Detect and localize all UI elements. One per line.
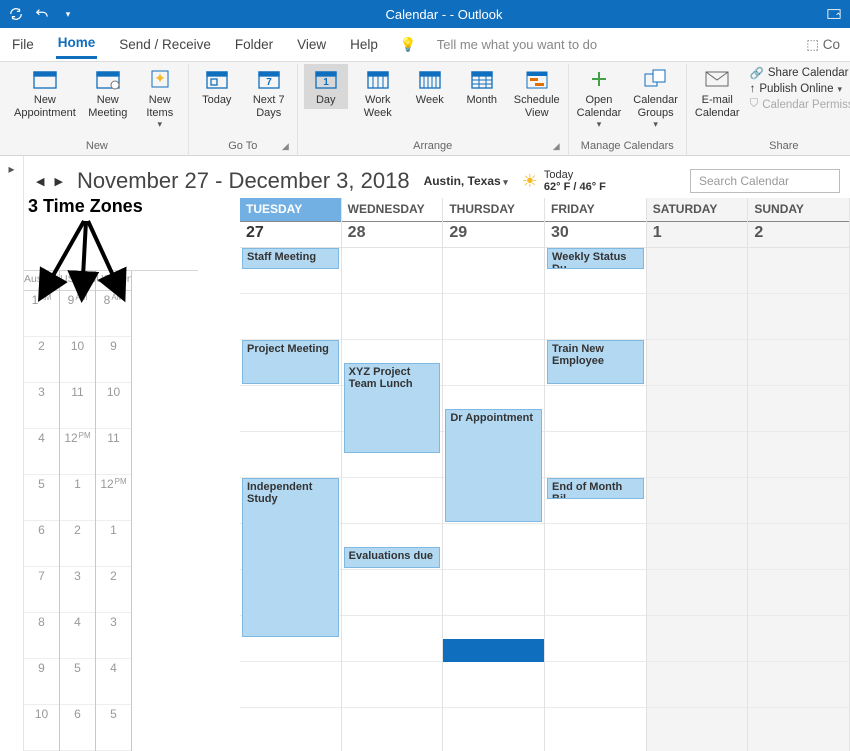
svg-text:✦: ✦ (154, 70, 166, 86)
group-label-goto: Go To◢ (195, 138, 291, 155)
undo-icon[interactable] (34, 6, 50, 22)
new-meeting-button[interactable]: New Meeting (86, 64, 130, 121)
share-calendar-button[interactable]: 🔗Share Calendar (750, 66, 850, 80)
prev-week-button[interactable]: ◀ (36, 175, 44, 188)
new-items-button[interactable]: ✦ New Items (138, 64, 182, 132)
day-col-sat[interactable]: SATURDAY 1 (647, 198, 749, 751)
search-calendar-input[interactable]: Search Calendar (690, 169, 840, 193)
today-button[interactable]: Today (195, 64, 239, 109)
day-icon: 1 (311, 66, 341, 92)
appointment[interactable]: Train New Employee (547, 340, 644, 384)
appointment[interactable]: XYZ Project Team Lunch (344, 363, 441, 453)
calendar-permissions-button: ⛉Calendar Permissions (750, 98, 850, 111)
email-icon (702, 66, 732, 92)
week-icon (415, 66, 445, 92)
location-button[interactable]: Austin, Texas (424, 174, 508, 188)
nav-pane-collapsed[interactable]: ▸ (0, 156, 24, 751)
month-button[interactable]: Month (460, 64, 504, 109)
permissions-icon: ⛉ (750, 98, 759, 111)
publish-online-button[interactable]: ↑Publish Online (750, 83, 850, 95)
coauthoring-icon[interactable]: ⬚ Co (806, 37, 840, 53)
timezone-3: US Cen (96, 271, 131, 291)
tab-send-receive[interactable]: Send / Receive (117, 33, 213, 56)
tab-home[interactable]: Home (56, 31, 98, 59)
appointment[interactable]: End of Month Bil (547, 478, 644, 499)
email-calendar-button[interactable]: E-mail Calendar (693, 64, 742, 121)
appointment[interactable]: Dr Appointment (445, 409, 542, 522)
calendar-people-icon (93, 66, 123, 92)
selected-time-slot[interactable] (443, 639, 544, 662)
next-week-button[interactable]: ▶ (54, 175, 62, 188)
ribbon: New Appointment New Meeting ✦ New Items … (0, 62, 850, 156)
open-calendar-button[interactable]: Open Calendar (575, 64, 624, 132)
day-col-sun[interactable]: SUNDAY 2 (748, 198, 850, 751)
appointment[interactable]: Project Meeting (242, 340, 339, 384)
tab-folder[interactable]: Folder (233, 33, 275, 56)
sun-icon: ☀ (522, 171, 538, 192)
weather-widget[interactable]: ☀ Today 62° F / 46° F (522, 169, 606, 193)
qa-dropdown-icon[interactable]: ▾ (60, 6, 76, 22)
tab-file[interactable]: File (10, 33, 36, 56)
week-button[interactable]: Week (408, 64, 452, 109)
day-col-fri[interactable]: FRIDAY 30 Weekly Status DuTrain New Empl… (545, 198, 647, 751)
group-label-manage: Manage Calendars (575, 138, 680, 155)
appointment[interactable]: Independent Study (242, 478, 339, 637)
next7-icon: 7 (254, 66, 284, 92)
tab-view[interactable]: View (295, 33, 328, 56)
dialog-launcher-icon[interactable]: ◢ (282, 141, 289, 152)
group-label-arrange: Arrange◢ (304, 138, 562, 155)
appointment[interactable]: Evaluations due (344, 547, 441, 568)
plus-icon (584, 66, 614, 92)
lightbulb-icon: 💡 (400, 37, 417, 53)
group-label-new: New (12, 138, 182, 155)
day-view-button[interactable]: 1 Day (304, 64, 348, 109)
group-label-share: Share (693, 138, 850, 155)
appointment[interactable]: Weekly Status Du (547, 248, 644, 269)
dialog-launcher-icon[interactable]: ◢ (553, 141, 560, 152)
new-appointment-button[interactable]: New Appointment (12, 64, 78, 121)
day-col-tue[interactable]: TUESDAY 27 Staff Meeting Project Meeting I… (240, 198, 342, 751)
share-icon: 🔗 (750, 66, 764, 80)
timezone-1: Australi (24, 271, 59, 291)
schedule-view-button[interactable]: Schedule View (512, 64, 562, 121)
calendar-groups-icon (641, 66, 671, 92)
title-bar: ▾ Calendar - - Outlook (0, 0, 850, 28)
workweek-icon (363, 66, 393, 92)
chevron-right-icon: ▸ (8, 162, 14, 176)
day-col-thu[interactable]: THURSDAY 29 Dr Appointment (443, 198, 545, 751)
calendar-groups-button[interactable]: Calendar Groups (631, 64, 680, 132)
day-header[interactable]: TUESDAY (240, 198, 341, 222)
ribbon-tabs: File Home Send / Receive Folder View Hel… (0, 28, 850, 62)
new-items-icon: ✦ (145, 66, 175, 92)
window-title: Calendar - - Outlook (76, 7, 812, 22)
tell-me-input[interactable]: Tell me what you want to do (437, 37, 597, 52)
date-range-label: November 27 - December 3, 2018 (77, 168, 410, 194)
next-7-days-button[interactable]: 7 Next 7 Days (247, 64, 291, 121)
sync-icon[interactable] (8, 6, 24, 22)
tab-help[interactable]: Help (348, 33, 380, 56)
svg-text:1: 1 (323, 77, 329, 88)
work-week-button[interactable]: Work Week (356, 64, 400, 121)
schedule-icon (522, 66, 552, 92)
day-date: 27 (240, 222, 341, 248)
ribbon-display-icon[interactable] (826, 6, 842, 22)
appointment[interactable]: Staff Meeting (242, 248, 339, 269)
calendar-icon (30, 66, 60, 92)
month-icon (467, 66, 497, 92)
publish-icon: ↑ (750, 83, 756, 95)
timezone-2: US East (60, 271, 95, 291)
svg-text:7: 7 (266, 77, 272, 88)
today-icon (202, 66, 232, 92)
day-col-wed[interactable]: WEDNESDAY 28 XYZ Project Team LunchEvalu… (342, 198, 444, 751)
